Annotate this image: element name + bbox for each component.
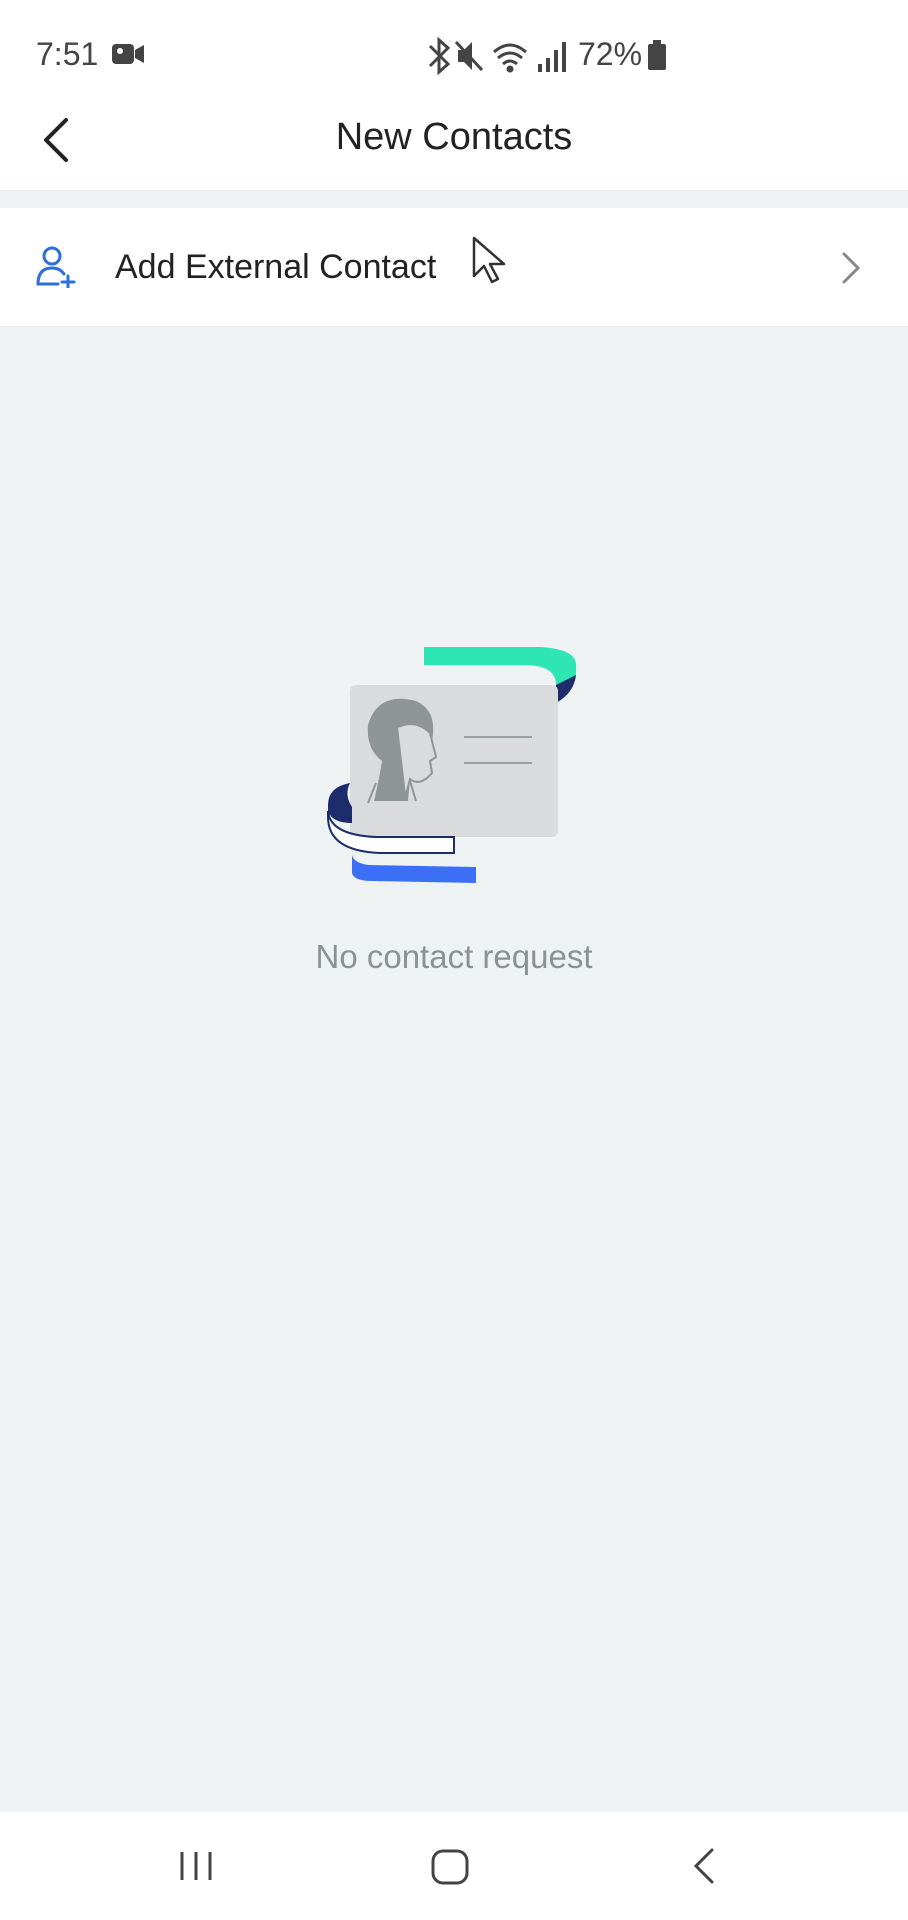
battery-icon (648, 40, 666, 70)
chevron-right-icon (842, 252, 861, 284)
contact-card-illustration (327, 647, 577, 883)
signal-icon (538, 42, 566, 72)
recents-icon[interactable] (178, 1848, 214, 1884)
status-icons (428, 36, 566, 76)
empty-state-message: No contact request (315, 938, 593, 975)
status-time: 7:51 (36, 36, 99, 72)
back-icon[interactable] (690, 1846, 718, 1886)
mouse-cursor-icon (472, 236, 506, 284)
page-title: New Contacts (335, 116, 573, 158)
home-icon[interactable] (430, 1848, 470, 1888)
video-camera-icon (112, 44, 144, 64)
add-person-icon (36, 246, 76, 288)
battery-percent: 72% (578, 36, 643, 72)
add-external-contact-label: Add External Contact (115, 248, 437, 286)
mute-icon (454, 40, 484, 72)
wifi-icon (493, 43, 527, 73)
bluetooth-icon (428, 36, 451, 76)
